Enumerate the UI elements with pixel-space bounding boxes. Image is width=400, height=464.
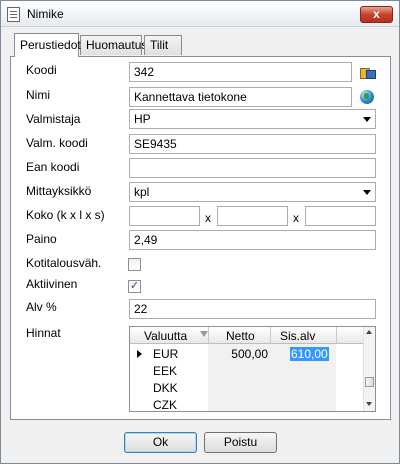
paino-label: Paino [26, 232, 57, 246]
aktiivinen-label: Aktiivinen [26, 277, 78, 291]
alv-label: Alv % [26, 300, 57, 314]
cell-netto[interactable] [208, 380, 268, 396]
alv-field[interactable]: 22 [129, 299, 376, 319]
scroll-up-icon[interactable] [366, 330, 372, 334]
column-header-valuutta[interactable]: Valuutta [144, 329, 187, 343]
sort-icon[interactable] [200, 331, 208, 337]
chevron-down-icon[interactable] [363, 117, 371, 122]
nimi-field[interactable]: Kannettava tietokone [129, 87, 352, 107]
prices-grid-header: Valuutta Netto Sis.alv [130, 327, 365, 344]
koko-s-field[interactable] [305, 206, 376, 226]
cell-netto[interactable] [208, 363, 268, 379]
vertical-scrollbar[interactable] [363, 327, 375, 411]
cell-currency[interactable]: CZK [153, 397, 177, 411]
kotitalousvah-checkbox[interactable] [128, 258, 141, 271]
valm-koodi-field[interactable]: SE9435 [129, 134, 376, 154]
cell-currency[interactable]: DKK [153, 380, 178, 396]
valmistaja-dropdown[interactable]: HP [129, 109, 376, 129]
koko-label: Koko (k x l x s) [26, 208, 105, 222]
paino-field[interactable]: 2,49 [129, 230, 376, 250]
column-header-sis-alv[interactable]: Sis.alv [280, 329, 315, 343]
table-row[interactable]: EEK [130, 363, 365, 379]
valmistaja-value: HP [134, 112, 151, 126]
valmistaja-label: Valmistaja [26, 112, 81, 126]
scroll-down-icon[interactable] [366, 402, 372, 406]
hinnat-label: Hinnat [26, 326, 61, 340]
koodi-label: Koodi [26, 63, 57, 77]
table-row[interactable]: EUR 500,00 610,00 [130, 346, 365, 362]
globe-icon[interactable] [360, 90, 374, 104]
ean-koodi-field[interactable] [129, 158, 376, 178]
kotitalousvah-label: Kotitalousväh. [26, 256, 102, 270]
ean-koodi-label: Ean koodi [26, 160, 80, 174]
valm-koodi-label: Valm. koodi [26, 136, 88, 150]
tab-perustiedot[interactable]: Perustiedot [14, 33, 81, 57]
poistu-button[interactable]: Poistu [204, 432, 277, 453]
column-header-netto[interactable]: Netto [226, 329, 255, 343]
item-dialog: Nimike x Perustiedot Huomautus Tilit Koo… [0, 0, 400, 464]
chevron-down-icon[interactable] [363, 190, 371, 195]
lookup-icon[interactable] [360, 65, 376, 79]
mittayksikko-dropdown[interactable]: kpl [129, 182, 376, 202]
koodi-field[interactable]: 342 [129, 62, 352, 82]
table-row[interactable]: CZK [130, 397, 365, 411]
column-divider [208, 327, 209, 344]
document-icon [7, 7, 20, 22]
koko-k-field[interactable] [129, 206, 200, 226]
tab-tilit[interactable]: Tilit [144, 35, 182, 55]
nimi-label: Nimi [26, 88, 50, 102]
close-button[interactable]: x [360, 6, 393, 23]
window-title: Nimike [27, 7, 64, 21]
aktiivinen-checkbox[interactable]: ✓ [128, 280, 141, 293]
cell-sis-alv[interactable]: 610,00 [290, 347, 329, 361]
koko-l-field[interactable] [217, 206, 288, 226]
cell-netto[interactable]: 500,00 [208, 346, 268, 362]
cell-currency[interactable]: EUR [153, 346, 178, 362]
ok-button[interactable]: Ok [124, 432, 197, 453]
cell-currency[interactable]: EEK [153, 363, 177, 379]
column-divider [336, 327, 337, 344]
koko-separator: x [205, 211, 211, 225]
table-row[interactable]: DKK [130, 380, 365, 396]
current-row-icon [137, 350, 142, 358]
prices-grid[interactable]: Valuutta Netto Sis.alv EUR 500,00 610,00… [129, 326, 376, 412]
scrollbar-thumb[interactable] [365, 377, 374, 387]
title-bar: Nimike x [1, 1, 399, 27]
koko-separator: x [293, 211, 299, 225]
tab-huomautus[interactable]: Huomautus [80, 35, 147, 55]
cell-netto[interactable] [208, 397, 268, 411]
mittayksikko-value: kpl [134, 185, 150, 199]
mittayksikko-label: Mittayksikkö [26, 184, 92, 198]
column-divider [270, 327, 271, 344]
